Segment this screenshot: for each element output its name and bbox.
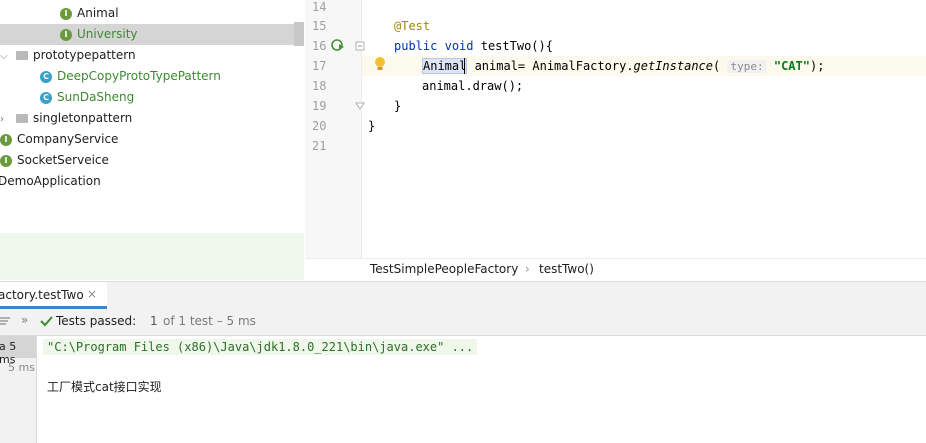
tree-item-socketserveice[interactable]: I SocketServeice [0,150,109,171]
breadcrumb-method[interactable]: testTwo() [539,262,594,276]
line-number: 21 [312,139,327,153]
tree-item-label: CompanyService [17,132,119,146]
run-tab[interactable]: actory.testTwo × [0,282,107,309]
test-result-row-selected[interactable]: a 5 ms [0,336,36,366]
tree-item-demoapplication[interactable]: DemoApplication [0,171,101,192]
code-token: animal.draw(); [422,79,524,93]
tree-item-sundasheng[interactable]: C SunDaSheng [40,87,134,108]
parameter-hint: type: [727,60,767,73]
console-command-line: "C:\Program Files (x86)\Java\jdk1.8.0_22… [43,339,478,355]
class-icon: C [40,91,52,104]
tree-item-prototypepattern[interactable]: ⌵ prototypepattern [0,45,136,66]
code-token: ( [713,59,721,73]
chevron-right-icon[interactable]: › [0,109,12,130]
keyword-token: void [444,39,474,53]
code-token: } [368,119,376,133]
annotation-token: @Test [394,19,431,33]
code-line-15: @Test [394,19,430,33]
method-call-token: getInstance [633,59,714,73]
test-result-time: 5 ms [8,361,35,374]
fold-end-icon[interactable] [355,100,365,110]
check-icon [40,315,53,327]
close-icon[interactable]: × [87,287,97,301]
sort-icon[interactable] [0,315,12,327]
method-declaration: testTwo(){ [473,39,553,53]
package-folder-icon [16,51,28,60]
string-literal: "CAT" [773,59,810,73]
line-number: 15 [312,19,327,33]
tree-scrollbar[interactable] [294,22,304,46]
interface-icon: I [60,28,72,41]
tree-item-label: SocketServeice [17,153,109,167]
intention-bulb-icon[interactable] [373,56,387,72]
tests-status-label: Tests passed: [56,314,137,328]
console-output-line: 工厂模式cat接口实现 [47,380,162,394]
tree-item-singletonpattern[interactable]: › singletonpattern [0,108,132,129]
test-results-tree: a 5 ms 5 ms [0,336,37,443]
tests-summary: of 1 test – 5 ms [163,314,256,328]
tree-item-label: University [77,27,138,41]
breadcrumb: TestSimplePeopleFactory › testTwo() [305,258,926,282]
tree-item-animal[interactable]: I Animal [60,3,119,24]
tree-item-label: singletonpattern [33,111,133,125]
interface-icon: I [0,154,12,167]
breadcrumb-class[interactable]: TestSimplePeopleFactory [370,262,518,276]
code-token: } [394,99,402,113]
tree-item-university[interactable]: I University [0,24,294,45]
keyword-token: public [394,39,438,53]
code-token: ); [809,59,825,73]
code-line-18: animal.draw(); [422,79,523,93]
class-icon: C [40,70,52,83]
run-tab-label: actory.testTwo [0,288,84,302]
tree-item-label: DeepCopyProtoTypePattern [57,69,221,83]
tree-item-deepcopyprototypepattern[interactable]: C DeepCopyProtoTypePattern [40,66,221,87]
chevron-down-icon[interactable]: ⌵ [0,46,12,67]
code-line-17: Animal animal= AnimalFactory.getInstance… [422,58,825,74]
line-number: 17 [312,59,327,73]
code-line-19: } [394,99,401,113]
code-token: animal= AnimalFactory. [467,59,634,73]
console-output[interactable]: "C:\Program Files (x86)\Java\jdk1.8.0_22… [37,336,926,443]
code-line-20: } [368,119,375,133]
fold-icon[interactable] [355,40,365,51]
tree-item-label: SunDaSheng [57,90,135,104]
breadcrumb-separator: › [525,262,530,276]
highlighted-identifier: Animal [422,58,468,74]
tree-item-label: Animal [77,6,119,20]
package-folder-icon [16,114,28,123]
code-line-16: public void testTwo(){ [394,39,553,53]
run-test-icon[interactable] [331,38,345,52]
tree-empty-area [0,233,304,280]
expand-icon[interactable]: » [21,313,28,327]
tree-item-companyservice[interactable]: I CompanyService [0,129,118,150]
tests-passed-count: 1 [150,314,158,328]
tree-item-label: DemoApplication [0,174,101,188]
interface-icon: I [0,133,12,146]
run-toolbar: » Tests passed: 1 of 1 test – 5 ms [0,309,926,336]
run-tab-bar: actory.testTwo × [0,281,926,311]
line-number: 14 [312,0,327,14]
interface-icon: I [60,7,72,20]
line-number: 20 [312,119,327,133]
line-number: 19 [312,99,327,113]
tree-item-label: prototypepattern [33,48,136,62]
text-caret [464,58,465,74]
line-number: 18 [312,79,327,93]
